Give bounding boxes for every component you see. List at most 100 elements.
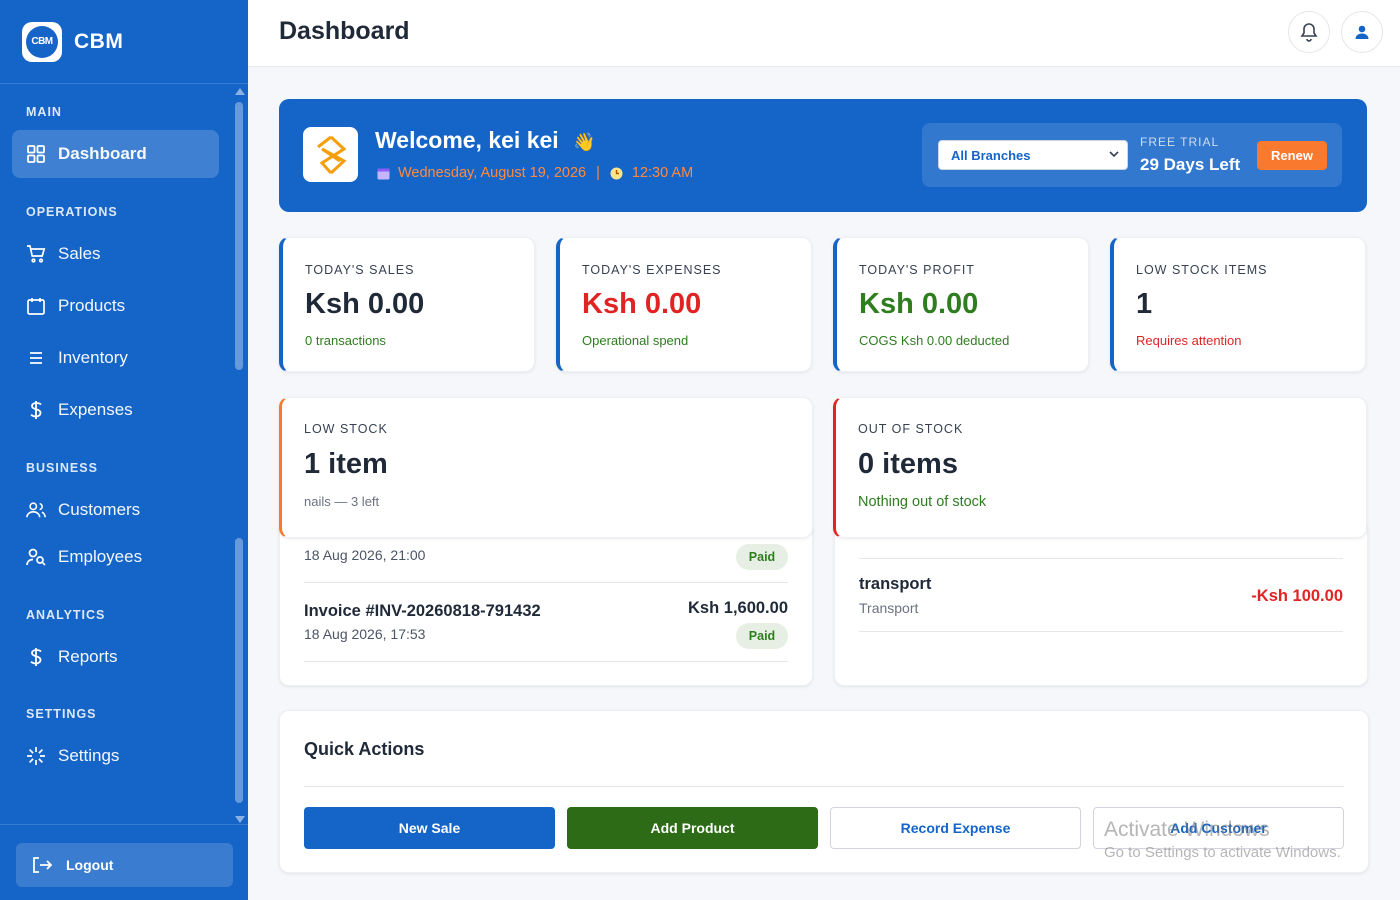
divider: [304, 786, 1344, 787]
scroll-down-arrow[interactable]: [235, 816, 245, 823]
sale-date: 18 Aug 2026, 21:00: [304, 547, 426, 563]
business-logo: [303, 127, 358, 182]
stat-card-low-stock-items: LOW STOCK ITEMS 1 Requires attention: [1110, 237, 1366, 372]
section-label-analytics: ANALYTICS: [26, 608, 106, 622]
bell-icon: [1299, 22, 1319, 42]
logout-button[interactable]: Logout: [16, 843, 233, 887]
list-item[interactable]: transport Transport -Ksh 100.00: [859, 559, 1343, 632]
stat-sub: COGS Ksh 0.00 deducted: [859, 333, 1010, 348]
sidebar-scrollbar[interactable]: [234, 88, 245, 823]
branch-select[interactable]: All Branches: [938, 140, 1128, 170]
status-badge: Paid: [736, 544, 788, 570]
sidebar-item-products[interactable]: Products: [12, 282, 219, 330]
stat-value: Ksh 0.00: [305, 288, 425, 320]
alert-label: LOW STOCK: [304, 422, 388, 436]
welcome-title: Welcome, kei kei 👋: [375, 127, 596, 154]
settings-icon: [26, 746, 46, 766]
welcome-time: 12:30 AM: [631, 165, 694, 181]
sidebar-item-employees[interactable]: Employees: [12, 533, 219, 581]
sidebar-item-reports[interactable]: Reports: [12, 633, 219, 681]
chevron-down-icon: [1108, 147, 1120, 164]
stat-card-todays-sales: TODAY'S SALES Ksh 0.00 0 transactions: [279, 237, 535, 372]
welcome-text: Welcome, kei kei: [375, 127, 559, 153]
calendar-icon: [26, 296, 46, 316]
stat-card-todays-profit: TODAY'S PROFIT Ksh 0.00 COGS Ksh 0.00 de…: [833, 237, 1089, 372]
scroll-up-arrow[interactable]: [235, 88, 245, 95]
welcome-datetime: Wednesday, August 19, 2026 | 12:30 AM: [376, 165, 693, 181]
clock-icon: [610, 166, 624, 180]
out-of-stock-alert-card[interactable]: OUT OF STOCK 0 items Nothing out of stoc…: [833, 397, 1367, 538]
sidebar-item-expenses[interactable]: Expenses: [12, 386, 219, 434]
user-icon: [1354, 24, 1370, 40]
sidebar-item-sales[interactable]: Sales: [12, 230, 219, 278]
sidebar: CBM CBM MAIN Dashboard OPERATIONS Sales …: [0, 0, 248, 900]
stat-card-todays-expenses: TODAY'S EXPENSES Ksh 0.00 Operational sp…: [556, 237, 812, 372]
alert-sub: Nothing out of stock: [858, 494, 987, 510]
stat-sub: Operational spend: [582, 333, 689, 348]
scroll-thumb[interactable]: [235, 538, 243, 803]
stat-label: LOW STOCK ITEMS: [1136, 263, 1268, 277]
user-search-icon: [26, 547, 46, 567]
windows-activation-watermark: Activate Windows Go to Settings to activ…: [1104, 818, 1341, 861]
sidebar-item-label: Reports: [58, 647, 118, 666]
branch-select-value: All Branches: [951, 147, 1031, 163]
alert-sub: nails — 3 left: [304, 494, 380, 509]
users-icon: [26, 500, 46, 520]
logout-icon: [32, 856, 52, 874]
new-sale-button[interactable]: New Sale: [304, 807, 555, 849]
low-stock-alert-card[interactable]: LOW STOCK 1 item nails — 3 left: [279, 397, 813, 538]
branch-trial-panel: All Branches FREE TRIAL 29 Days Left Ren…: [922, 123, 1342, 187]
sidebar-nav: MAIN Dashboard OPERATIONS Sales Products…: [0, 84, 232, 824]
section-label-main: MAIN: [26, 105, 62, 119]
stat-value: 1: [1136, 288, 1153, 320]
alert-label: OUT OF STOCK: [858, 422, 964, 436]
sidebar-item-settings[interactable]: Settings: [12, 732, 219, 780]
welcome-banner: Welcome, kei kei 👋 Wednesday, August 19,…: [279, 99, 1367, 212]
logout-label: Logout: [66, 857, 114, 873]
list-icon: [26, 348, 46, 368]
brand-name: CBM: [74, 29, 124, 53]
record-expense-button[interactable]: Record Expense: [830, 807, 1081, 849]
alert-value: 0 items: [858, 448, 958, 480]
sidebar-item-label: Customers: [58, 500, 141, 519]
grid-icon: [26, 144, 46, 164]
brand-logo-text: CBM: [26, 25, 58, 58]
sidebar-item-dashboard[interactable]: Dashboard: [12, 130, 219, 178]
recent-sales-card: 18 Aug 2026, 21:00 Paid Invoice #INV-202…: [279, 520, 813, 686]
sale-amount: Ksh 1,600.00: [688, 599, 788, 617]
sidebar-item-label: Sales: [58, 244, 101, 263]
renew-button[interactable]: Renew: [1257, 141, 1327, 170]
section-label-settings: SETTINGS: [26, 707, 97, 721]
table-row[interactable]: Invoice #INV-20260818-791432 18 Aug 2026…: [304, 583, 788, 662]
expense-amount: -Ksh 100.00: [1251, 587, 1343, 605]
stat-value: Ksh 0.00: [582, 288, 702, 320]
user-menu-button[interactable]: [1341, 11, 1383, 53]
wave-emoji: 👋: [573, 132, 596, 152]
sidebar-item-label: Settings: [58, 746, 120, 765]
dollar-icon: [26, 647, 46, 667]
add-product-button[interactable]: Add Product: [567, 807, 818, 849]
stat-label: TODAY'S PROFIT: [859, 263, 975, 277]
page-title: Dashboard: [279, 17, 410, 45]
sidebar-item-customers[interactable]: Customers: [12, 486, 219, 534]
trial-days-left: 29 Days Left: [1140, 155, 1241, 174]
stat-sub: 0 transactions: [305, 333, 386, 348]
sidebar-item-inventory[interactable]: Inventory: [12, 334, 219, 382]
stat-value: Ksh 0.00: [859, 288, 979, 320]
scroll-thumb[interactable]: [235, 102, 243, 370]
sidebar-item-label: Dashboard: [58, 144, 147, 163]
stat-label: TODAY'S EXPENSES: [582, 263, 722, 277]
sale-date: 18 Aug 2026, 17:53: [304, 626, 426, 642]
alert-value: 1 item: [304, 448, 388, 480]
brand-logo: CBM: [22, 21, 62, 62]
quick-actions-title: Quick Actions: [304, 739, 425, 759]
brand: CBM CBM: [0, 0, 248, 84]
invoice-number: Invoice #INV-20260818-791432: [304, 602, 541, 620]
meta-separator: |: [596, 165, 600, 181]
status-badge: Paid: [736, 623, 788, 649]
sidebar-item-label: Employees: [58, 547, 143, 566]
trial-label: FREE TRIAL: [1140, 135, 1220, 149]
dollar-icon: [26, 400, 46, 420]
notifications-button[interactable]: [1288, 11, 1330, 53]
sidebar-item-label: Products: [58, 296, 126, 315]
